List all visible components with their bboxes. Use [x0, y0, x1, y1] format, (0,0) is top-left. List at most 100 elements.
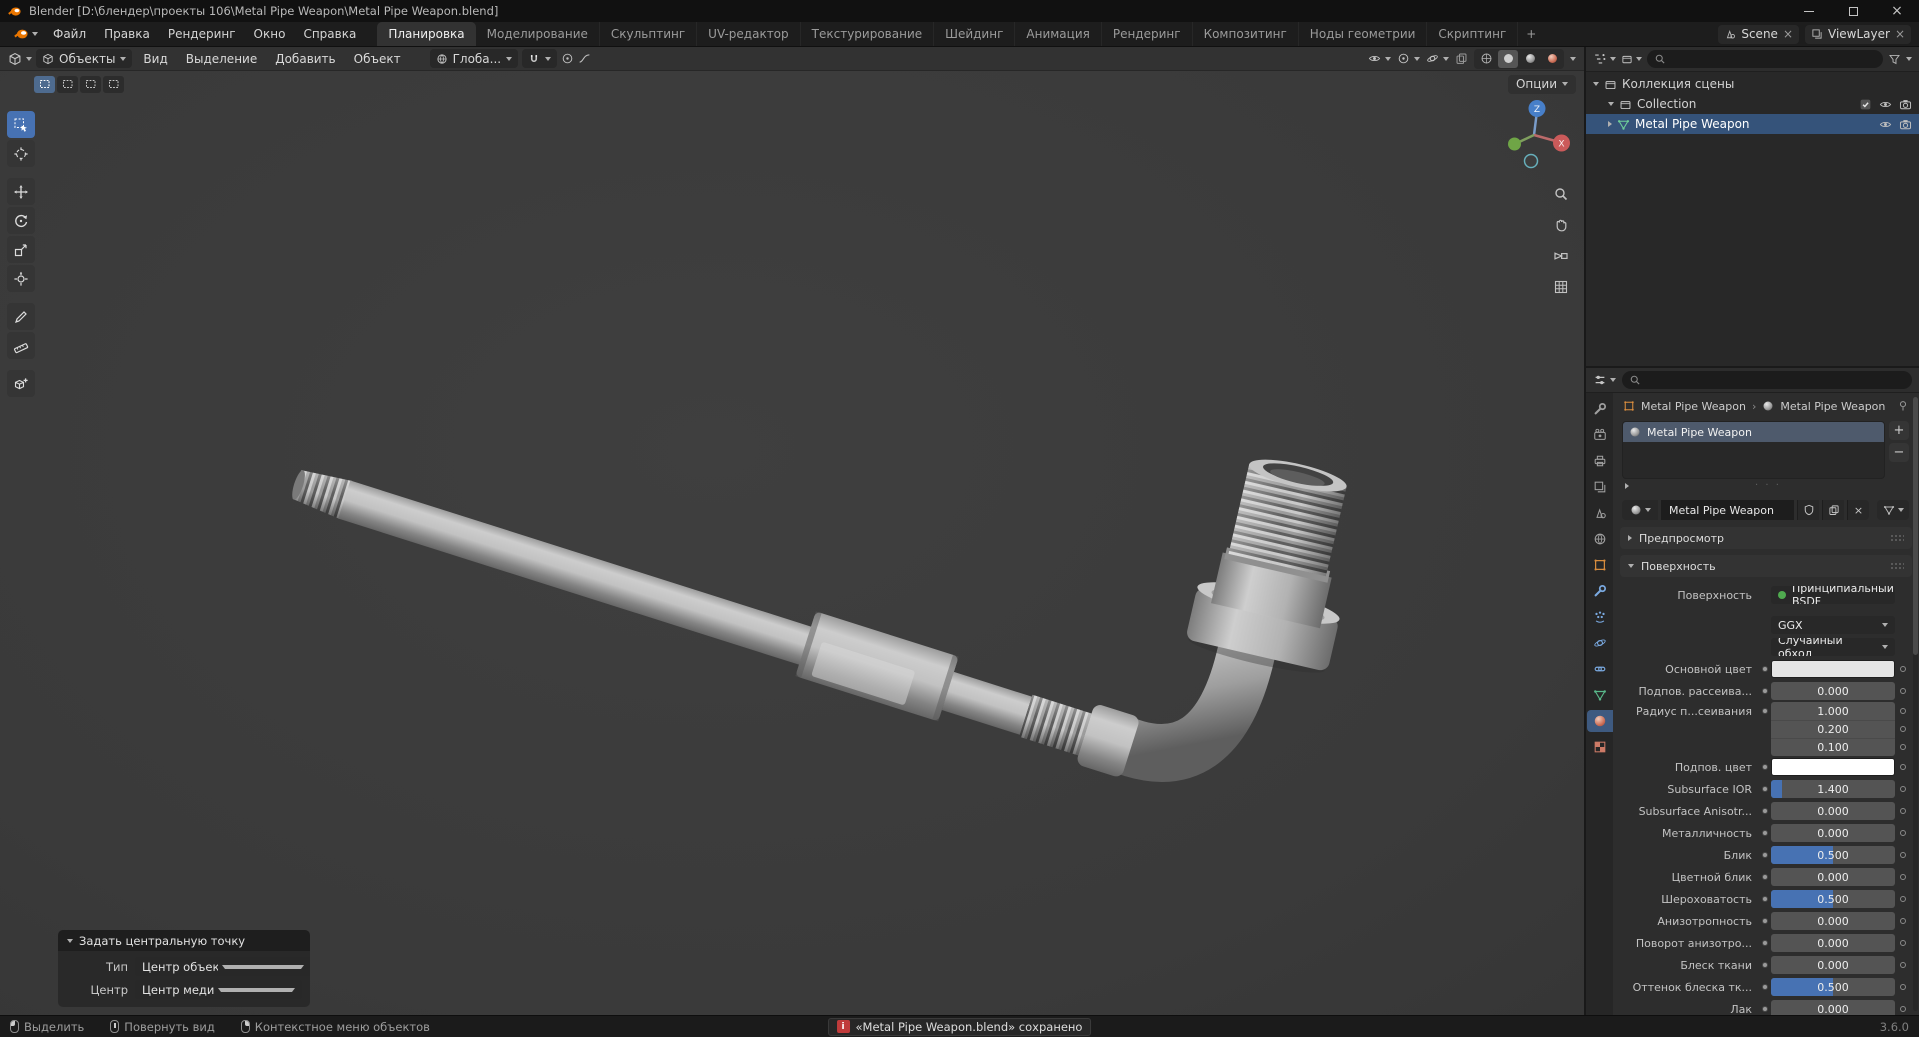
subsurface-color-swatch[interactable]	[1771, 758, 1895, 776]
decorator-dot[interactable]	[1895, 1006, 1911, 1012]
zoom-button[interactable]	[1550, 183, 1572, 205]
unlink-icon[interactable]: ×	[1895, 27, 1905, 41]
tab-rendering[interactable]: Рендеринг	[1102, 22, 1193, 46]
pin-icon[interactable]	[1897, 400, 1909, 412]
outliner-row-object-selected[interactable]: Metal Pipe Weapon	[1586, 114, 1919, 134]
select-box-tool[interactable]	[7, 111, 35, 138]
menu-edit[interactable]: Правка	[95, 22, 159, 46]
add-workspace-button[interactable]: +	[1518, 22, 1544, 46]
shading-rendered-button[interactable]	[1542, 50, 1562, 68]
camera-icon[interactable]	[1899, 118, 1912, 131]
tab-texture-paint[interactable]: Текстурирование	[801, 22, 935, 46]
radius-z-field[interactable]: 0.100	[1771, 738, 1895, 756]
scale-tool[interactable]	[7, 236, 35, 263]
surface-panel-header[interactable]: Поверхность	[1620, 555, 1912, 577]
tab-tool[interactable]	[1587, 398, 1613, 420]
disclosure-triangle-icon[interactable]	[1608, 121, 1612, 127]
overlays-toggle[interactable]	[1426, 52, 1449, 65]
decorator-dot[interactable]	[1895, 940, 1911, 946]
decorator-dot[interactable]	[1895, 874, 1911, 880]
breadcrumb-object[interactable]: Metal Pipe Weapon	[1641, 400, 1746, 413]
anisotropic-rotation-slider[interactable]: 0.000	[1771, 934, 1895, 952]
subsurface-anisotropy-slider[interactable]: 0.000	[1771, 802, 1895, 820]
decorator-dot[interactable]	[1895, 666, 1911, 672]
decorator-dot[interactable]	[1895, 744, 1911, 750]
outliner-display-mode-button[interactable]	[1621, 53, 1642, 65]
decorator-dot[interactable]	[1895, 830, 1911, 836]
checkbox-icon[interactable]	[1859, 98, 1872, 111]
tab-object-data[interactable]	[1587, 684, 1613, 706]
radius-y-field[interactable]: 0.200	[1771, 720, 1895, 738]
tab-scene[interactable]	[1587, 502, 1613, 524]
viewport-canvas[interactable]: Опции Z X Задать центральную точку Тип Ц…	[0, 71, 1584, 1015]
tab-geometry-nodes[interactable]: Ноды геометрии	[1299, 22, 1428, 46]
subsurface-slider[interactable]: 0.000	[1771, 682, 1895, 700]
decorator-dot[interactable]	[1895, 764, 1911, 770]
fake-user-button[interactable]	[1797, 500, 1819, 520]
snap-toggle[interactable]	[522, 49, 558, 68]
clearcoat-slider[interactable]: 0.000	[1771, 1000, 1895, 1015]
shading-solid-button[interactable]	[1498, 49, 1518, 68]
filter-funnel-icon[interactable]	[1888, 53, 1901, 66]
add-slot-button[interactable]: +	[1889, 421, 1909, 440]
surface-shader-button[interactable]: Принципиальный BSDF	[1771, 586, 1895, 604]
gizmos-toggle[interactable]	[1397, 52, 1420, 65]
annotate-tool[interactable]	[7, 303, 35, 330]
slot-list-grip[interactable]: · · ·	[1613, 479, 1919, 492]
mode-selector[interactable]: Объекты	[36, 49, 133, 68]
tab-texture[interactable]	[1587, 736, 1613, 758]
unlink-material-button[interactable]: ×	[1847, 500, 1869, 520]
material-name-field[interactable]: Metal Pipe Weapon	[1661, 500, 1794, 520]
select-invert-button[interactable]	[103, 75, 124, 93]
decorator-dot[interactable]	[1895, 984, 1911, 990]
maximize-button[interactable]	[1831, 0, 1875, 22]
tab-sculpting[interactable]: Скульптинг	[600, 22, 698, 46]
xray-toggle-icon[interactable]	[1455, 52, 1468, 65]
decorator-dot[interactable]	[1895, 808, 1911, 814]
decorator-dot[interactable]	[1895, 688, 1911, 694]
decorator-dot[interactable]	[1895, 918, 1911, 924]
menu-help[interactable]: Справка	[294, 22, 365, 46]
use-nodes-button[interactable]	[1877, 500, 1909, 520]
base-color-swatch[interactable]	[1771, 660, 1895, 678]
unlink-icon[interactable]: ×	[1783, 27, 1793, 41]
rotate-tool[interactable]	[7, 207, 35, 234]
transform-orientation-selector[interactable]: Глоба...	[429, 49, 519, 68]
operator-panel-header[interactable]: Задать центральную точку	[58, 930, 310, 951]
subsurface-ior-slider[interactable]: 1.400	[1771, 780, 1895, 798]
sheen-tint-slider[interactable]: 0.500	[1771, 978, 1895, 996]
properties-scrollbar[interactable]	[1913, 397, 1918, 1011]
preview-panel-header[interactable]: Предпросмотр	[1620, 527, 1912, 549]
minimize-button[interactable]	[1787, 0, 1831, 22]
outliner-search-input[interactable]	[1647, 50, 1883, 68]
menu-object[interactable]: Объект	[347, 52, 408, 66]
ortho-toggle-button[interactable]	[1550, 276, 1572, 298]
menu-render[interactable]: Рендеринг	[159, 22, 245, 46]
decorator-dot[interactable]	[1895, 726, 1911, 732]
measure-tool[interactable]	[7, 332, 35, 359]
properties-editor-type-button[interactable]	[1593, 373, 1616, 387]
specular-tint-slider[interactable]: 0.000	[1771, 868, 1895, 886]
menu-file[interactable]: Файл	[44, 22, 95, 46]
anisotropic-slider[interactable]: 0.000	[1771, 912, 1895, 930]
menu-window[interactable]: Окно	[245, 22, 295, 46]
tab-particles[interactable]	[1587, 606, 1613, 628]
tab-compositing[interactable]: Композитинг	[1193, 22, 1299, 46]
tab-scripting[interactable]: Скриптинг	[1427, 22, 1519, 46]
properties-search-input[interactable]	[1622, 371, 1912, 389]
outliner-row-collection[interactable]: Collection	[1586, 94, 1919, 114]
options-dropdown[interactable]: Опции	[1507, 74, 1576, 94]
proportional-edit-toggle[interactable]	[561, 52, 591, 65]
origin-center-select[interactable]: Центр медианы	[135, 980, 302, 999]
disclosure-triangle-icon[interactable]	[1608, 102, 1614, 106]
sheen-slider[interactable]: 0.000	[1771, 956, 1895, 974]
pan-button[interactable]	[1550, 214, 1572, 236]
decorator-dot[interactable]	[1895, 962, 1911, 968]
shading-wireframe-button[interactable]	[1476, 50, 1496, 68]
navigation-gizmo[interactable]: Z X	[1492, 93, 1576, 177]
decorator-dot[interactable]	[1895, 786, 1911, 792]
menu-add[interactable]: Добавить	[268, 52, 342, 66]
specular-slider[interactable]: 0.500	[1771, 846, 1895, 864]
move-tool[interactable]	[7, 178, 35, 205]
new-material-button[interactable]	[1822, 500, 1844, 520]
